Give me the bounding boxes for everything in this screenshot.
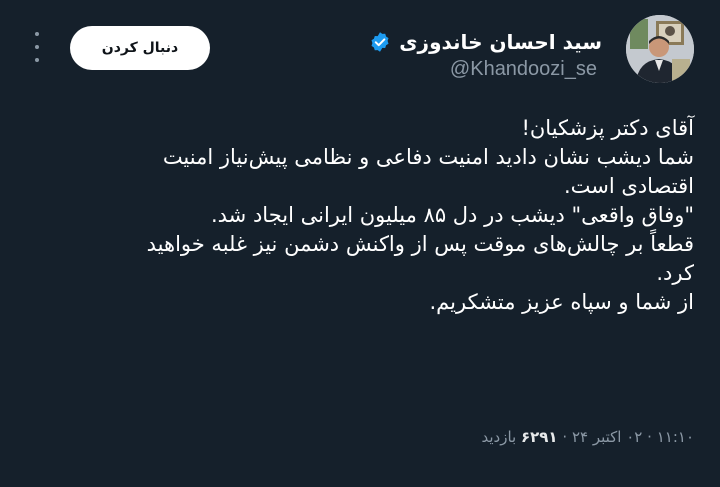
tweet-line: "وفاق واقعی" دیشب در دل ۸۵ میلیون ایرانی…: [210, 203, 694, 227]
avatar-image: [626, 15, 694, 83]
meta-separator: ·: [562, 428, 568, 446]
author-display-name[interactable]: سید احسان خاندوزی: [399, 30, 602, 54]
author-handle[interactable]: @Khandoozi_se: [450, 58, 597, 81]
more-dot: [35, 45, 39, 49]
more-dot: [35, 32, 39, 36]
tweet-line: شما دیشب نشان دادید امنیت دفاعی و نظامی …: [162, 145, 694, 169]
tweet-line: کرد.: [656, 261, 694, 285]
more-vertical-icon[interactable]: [30, 32, 44, 62]
avatar[interactable]: [626, 15, 694, 83]
tweet-time[interactable]: ۱۱:۱۰: [657, 428, 694, 446]
tweet-line: قطعاً بر چالش‌های موقت پس از واکنش دشمن …: [146, 232, 694, 256]
author-name-row: سید احسان خاندوزی: [369, 26, 602, 58]
tweet-meta: ۱۱:۱۰ · ۰۲ اکتبر ۲۴ · ۶۲۹۱ بازدید: [481, 428, 694, 446]
tweet-line: از شما و سپاه عزیز متشکریم.: [429, 290, 694, 314]
tweet-card: سید احسان خاندوزی @Khandoozi_se دنبال کر…: [0, 0, 720, 487]
tweet-text: آقای دکتر پزشکیان! شما دیشب نشان دادید ا…: [34, 114, 694, 317]
more-dot: [35, 58, 39, 62]
views-label: بازدید: [481, 428, 517, 446]
views-count: ۶۲۹۱: [520, 428, 558, 446]
tweet-date[interactable]: ۰۲ اکتبر ۲۴: [572, 428, 642, 446]
tweet-line: اقتصادی است.: [563, 174, 694, 198]
verified-badge-icon: [371, 32, 389, 52]
follow-button[interactable]: دنبال کردن: [70, 26, 210, 70]
tweet-line: آقای دکتر پزشکیان!: [521, 116, 694, 140]
meta-separator: ·: [647, 428, 652, 446]
